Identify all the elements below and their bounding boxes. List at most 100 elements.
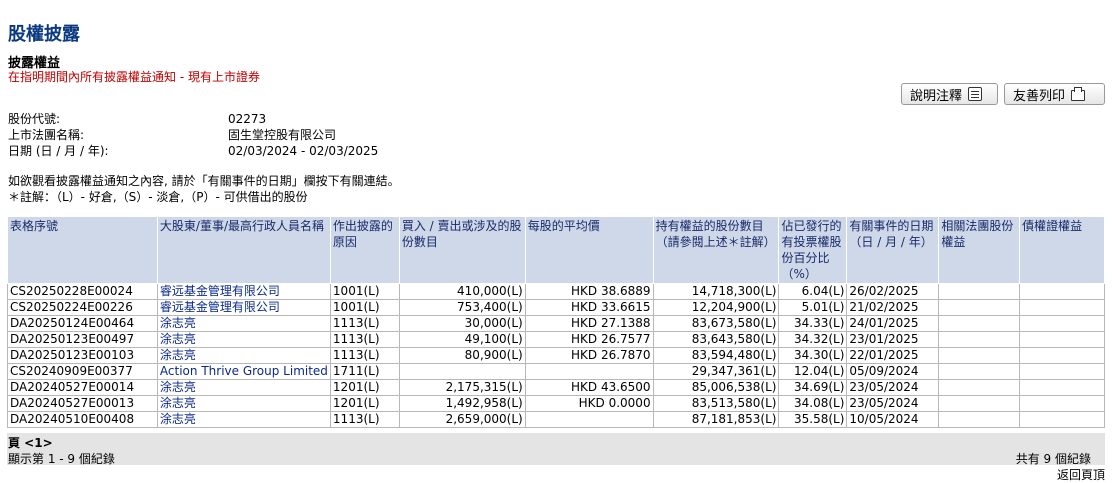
cell-average-price bbox=[524, 363, 654, 380]
cell-event-date[interactable]: 22/01/2025 bbox=[846, 347, 940, 364]
cell-shares-involved: 49,100(L) bbox=[398, 331, 526, 348]
cell-average-price: HKD 43.6500 bbox=[524, 379, 654, 396]
document-icon bbox=[968, 87, 983, 101]
cell-associated-interest bbox=[938, 363, 1021, 380]
cell-event-date[interactable]: 23/05/2024 bbox=[846, 395, 940, 412]
cell-holder-name: 睿远基金管理有限公司 bbox=[156, 299, 331, 316]
cell-reason: 1113(L) bbox=[329, 347, 400, 364]
cell-shares-involved: 410,000(L) bbox=[398, 283, 526, 300]
cell-form-serial: DA20250123E00103 bbox=[7, 347, 158, 364]
cell-percentage: 6.04(L) bbox=[778, 283, 848, 300]
cell-debenture-interest bbox=[1019, 299, 1105, 316]
legend-text: ＊註解：（L）- 好倉,（S）- 淡倉,（P）- 可供借出的股份 bbox=[8, 190, 308, 204]
cell-event-date[interactable]: 24/01/2025 bbox=[846, 315, 940, 332]
cell-debenture-interest bbox=[1019, 283, 1105, 300]
cell-shares-held: 87,181,853(L) bbox=[652, 411, 780, 428]
cell-percentage: 5.01(L) bbox=[778, 299, 848, 316]
record-total: 共有 9 個紀錄 bbox=[1015, 452, 1091, 466]
cell-reason: 1113(L) bbox=[329, 411, 400, 428]
back-to-top-link[interactable]: 返回頁頂 bbox=[1057, 466, 1105, 483]
cell-reason: 1201(L) bbox=[329, 395, 400, 412]
print-button[interactable]: 友善列印 bbox=[1004, 83, 1105, 105]
cell-percentage: 35.58(L) bbox=[778, 411, 848, 428]
cell-associated-interest bbox=[938, 299, 1021, 316]
header-reason: 作出披露的原因 bbox=[329, 216, 400, 284]
page-indicator[interactable]: 頁 <1> bbox=[8, 434, 53, 451]
cell-percentage: 34.08(L) bbox=[778, 395, 848, 412]
cell-reason: 1001(L) bbox=[329, 283, 400, 300]
disclosure-table: 表格序號 大股東/董事/最高行政人員名稱 作出披露的原因 買入 / 賣出或涉及的… bbox=[7, 216, 1105, 428]
cell-shares-held: 14,718,300(L) bbox=[652, 283, 780, 300]
pagination-bar: 頁 <1> 顯示第 1 - 9 個紀錄 共有 9 個紀錄 bbox=[7, 433, 1105, 466]
record-range: 顯示第 1 - 9 個紀錄 bbox=[8, 452, 115, 466]
header-percentage: 佔已發行的有投票權股份百分比（%） bbox=[778, 216, 848, 284]
cell-reason: 1113(L) bbox=[329, 315, 400, 332]
cell-holder-name: 涂志亮 bbox=[156, 395, 331, 412]
cell-holder-name: 涂志亮 bbox=[156, 347, 331, 364]
table-row: DA20240527E00014 涂志亮 1201(L) 2,175,315(L) HK… bbox=[7, 379, 1105, 396]
cell-debenture-interest bbox=[1019, 331, 1105, 348]
cell-average-price: HKD 0.0000 bbox=[524, 395, 654, 412]
cell-associated-interest bbox=[938, 315, 1021, 332]
cell-reason: 1001(L) bbox=[329, 299, 400, 316]
cell-debenture-interest bbox=[1019, 411, 1105, 428]
cell-associated-interest bbox=[938, 283, 1021, 300]
cell-percentage: 34.69(L) bbox=[778, 379, 848, 396]
cell-shares-held: 83,673,580(L) bbox=[652, 315, 780, 332]
cell-average-price: HKD 26.7870 bbox=[524, 347, 654, 364]
cell-associated-interest bbox=[938, 395, 1021, 412]
header-associated-interest: 相關法團股份權益 bbox=[938, 216, 1021, 284]
cell-event-date[interactable]: 23/01/2025 bbox=[846, 331, 940, 348]
printer-icon bbox=[1071, 86, 1086, 101]
cell-debenture-interest bbox=[1019, 315, 1105, 332]
cell-event-date[interactable]: 21/02/2025 bbox=[846, 299, 940, 316]
date-value: 02/03/2024 - 02/03/2025 bbox=[228, 144, 379, 158]
cell-holder-name: 涂志亮 bbox=[156, 315, 331, 332]
cell-holder-name: 涂志亮 bbox=[156, 331, 331, 348]
cell-form-serial: DA20240510E00408 bbox=[7, 411, 158, 428]
cell-shares-held: 12,204,900(L) bbox=[652, 299, 780, 316]
cell-associated-interest bbox=[938, 379, 1021, 396]
cell-associated-interest bbox=[938, 347, 1021, 364]
cell-form-serial: DA20250123E00497 bbox=[7, 331, 158, 348]
print-button-label: 友善列印 bbox=[1013, 88, 1066, 104]
cell-event-date[interactable]: 10/05/2024 bbox=[846, 411, 940, 428]
header-form-serial: 表格序號 bbox=[7, 216, 158, 284]
cell-average-price: HKD 27.1388 bbox=[524, 315, 654, 332]
cell-shares-involved: 2,175,315(L) bbox=[398, 379, 526, 396]
company-label: 上市法團名稱: bbox=[8, 128, 85, 142]
cell-holder-name: 睿远基金管理有限公司 bbox=[156, 283, 331, 300]
header-event-date: 有關事件的日期（日 / 月 / 年） bbox=[846, 216, 940, 284]
cell-holder-name: Action Thrive Group Limited bbox=[156, 363, 331, 380]
page-title: 股權披露 bbox=[8, 24, 80, 45]
table-row: DA20250123E00497 涂志亮 1113(L) 49,100(L) HKD 2… bbox=[7, 331, 1105, 348]
cell-form-serial: DA20240527E00014 bbox=[7, 379, 158, 396]
cell-reason: 1711(L) bbox=[329, 363, 400, 380]
cell-percentage: 34.32(L) bbox=[778, 331, 848, 348]
cell-average-price: HKD 26.7577 bbox=[524, 331, 654, 348]
cell-average-price bbox=[524, 411, 654, 428]
header-shares-held: 持有權益的股份數目（請參閱上述＊註解） bbox=[652, 216, 780, 284]
cell-event-date[interactable]: 05/09/2024 bbox=[846, 363, 940, 380]
cell-shares-held: 83,594,480(L) bbox=[652, 347, 780, 364]
cell-event-date[interactable]: 26/02/2025 bbox=[846, 283, 940, 300]
cell-form-serial: CS20250224E00226 bbox=[7, 299, 158, 316]
cell-holder-name: 涂志亮 bbox=[156, 379, 331, 396]
company-row: 上市法團名稱: 固生堂控股有限公司 bbox=[8, 126, 336, 143]
cell-associated-interest bbox=[938, 411, 1021, 428]
notes-button[interactable]: 說明注釋 bbox=[901, 83, 998, 105]
cell-average-price: HKD 33.6615 bbox=[524, 299, 654, 316]
cell-debenture-interest bbox=[1019, 379, 1105, 396]
table-row: DA20250124E00464 涂志亮 1113(L) 30,000(L) HKD 2… bbox=[7, 315, 1105, 332]
cell-shares-held: 83,643,580(L) bbox=[652, 331, 780, 348]
cell-shares-held: 29,347,361(L) bbox=[652, 363, 780, 380]
cell-event-date[interactable]: 23/05/2024 bbox=[846, 379, 940, 396]
cell-shares-involved: 753,400(L) bbox=[398, 299, 526, 316]
cell-reason: 1201(L) bbox=[329, 379, 400, 396]
cell-shares-held: 83,513,580(L) bbox=[652, 395, 780, 412]
table-row: DA20250123E00103 涂志亮 1113(L) 80,900(L) HKD 2… bbox=[7, 347, 1105, 364]
stock-code-label: 股份代號: bbox=[8, 112, 61, 126]
cell-shares-involved: 1,492,958(L) bbox=[398, 395, 526, 412]
table-row: CS20240909E00377 Action Thrive Group Limi… bbox=[7, 363, 1105, 380]
cell-percentage: 34.33(L) bbox=[778, 315, 848, 332]
